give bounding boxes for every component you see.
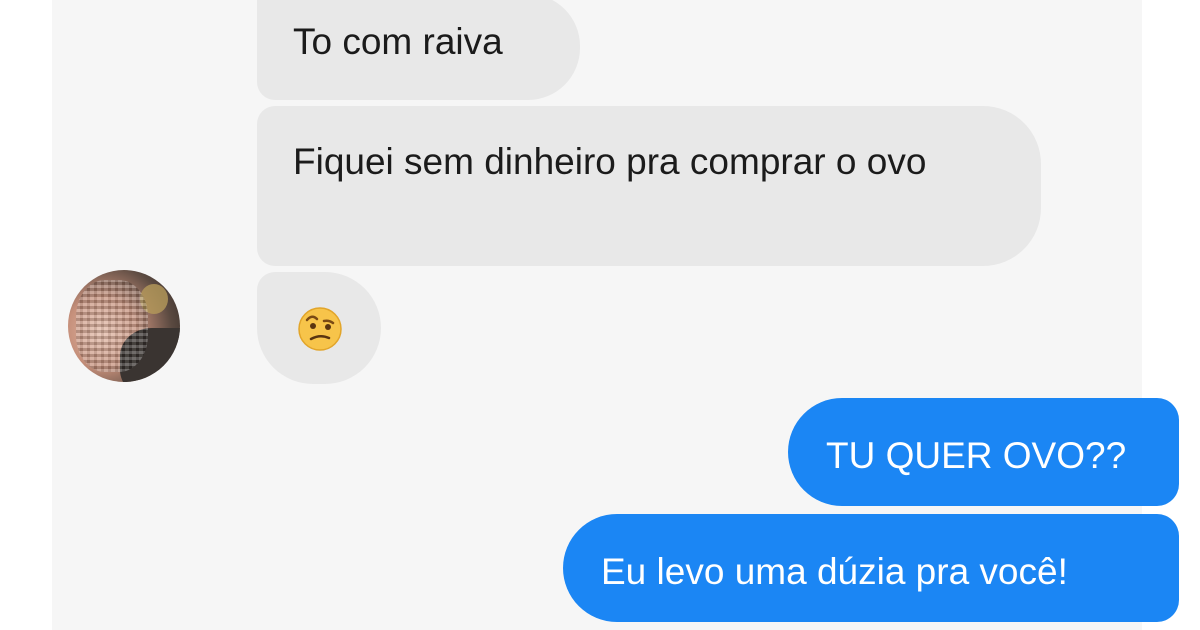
incoming-message[interactable]: Fiquei sem dinheiro pra comprar o ovo [257, 106, 1041, 266]
outgoing-message[interactable]: Eu levo uma dúzia pra você! [563, 514, 1179, 622]
message-text: Fiquei sem dinheiro pra comprar o ovo [293, 141, 927, 182]
outgoing-message[interactable]: TU QUER OVO?? [788, 398, 1179, 506]
message-text: TU QUER OVO?? [826, 435, 1127, 476]
message-text: Eu levo uma dúzia pra você! [601, 551, 1068, 592]
message-text: To com raiva [293, 21, 503, 62]
avatar-pixelated-face [76, 280, 148, 372]
incoming-emoji-message[interactable] [257, 272, 381, 384]
chat-thread: To com raiva Fiquei sem dinheiro pra com… [52, 0, 1179, 630]
face-with-raised-eyebrow-icon [298, 307, 342, 351]
incoming-message[interactable]: To com raiva [257, 0, 580, 100]
avatar[interactable] [68, 270, 180, 382]
